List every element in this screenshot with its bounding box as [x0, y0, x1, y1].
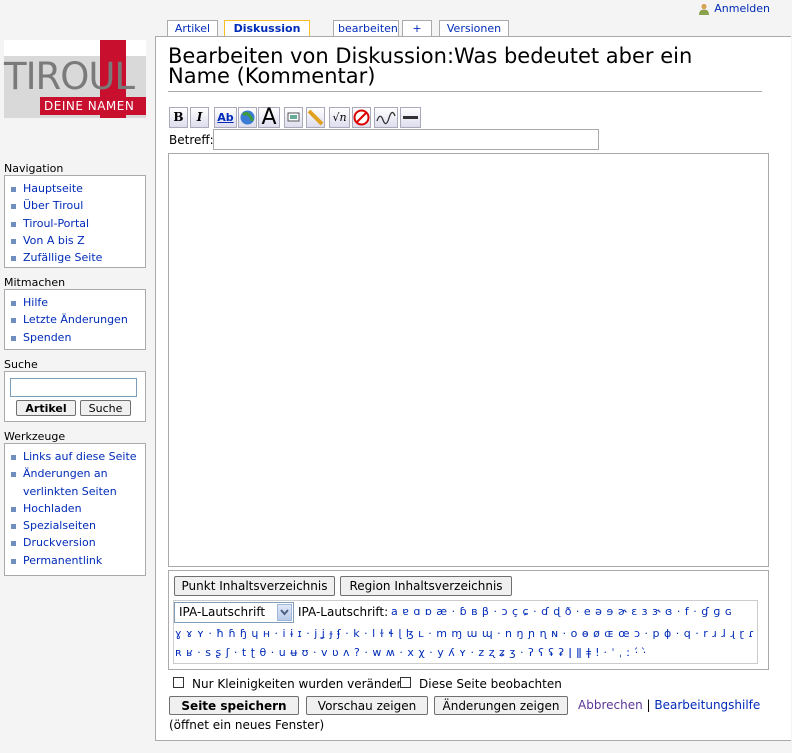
tool-label: Permanentlink [23, 553, 103, 567]
tab-artikel-label: Artikel [174, 22, 211, 35]
summary-input[interactable] [213, 129, 599, 150]
navigation-portlet: Hauptseite Über Tiroul Tiroul-Portal Von… [4, 175, 146, 268]
nav-item-hauptseite[interactable]: Hauptseite [5, 180, 145, 197]
search-heading: Suche [4, 358, 38, 371]
nav-label: Hauptseite [23, 182, 83, 195]
tool-label: Hochladen [23, 501, 82, 515]
nav-item-von-a-bis-z[interactable]: Von A bis Z [5, 232, 145, 249]
charset-select-value: IPA-Lautschrift [179, 605, 266, 619]
signature-icon[interactable] [374, 107, 398, 128]
image-icon[interactable] [284, 107, 303, 128]
werkzeuge-heading: Werkzeuge [4, 430, 66, 443]
mitmachen-item-spenden[interactable]: Spenden [5, 329, 145, 346]
tool-label: Links auf diese Seite [23, 450, 137, 463]
minor-edit-label: Nur Kleinigkeiten wurden verändert [192, 677, 407, 691]
mitmachen-portlet: Hilfe Letzte Änderungen Spenden [4, 289, 146, 350]
user-icon [698, 3, 710, 15]
page-title: Bearbeiten von Diskussion:Was bedeutet a… [168, 44, 768, 88]
internal-link-icon[interactable]: Ab [214, 107, 237, 128]
nav-item-ueber-tiroul[interactable]: Über Tiroul [5, 197, 145, 214]
ipa-chars-line2[interactable]: ɣ ɤ ʏ · ħ ɦ ɧ ɥ ʜ · i ɨ ɪ · j ʝ ɟ ʄ · k … [175, 627, 756, 640]
punkt-toc-button[interactable]: Punkt Inhaltsverzeichnis [174, 576, 335, 596]
werkzeuge-portlet: Links auf diese Seite Änderungen an verli… [4, 443, 146, 576]
tab-diskussion-label: Diskussion [233, 22, 301, 35]
tool-item-permanentlink[interactable]: Permanentlink [5, 552, 145, 569]
personal-tools: Anmelden [698, 2, 770, 15]
logo-wordmark: TIROUL [4, 55, 135, 98]
summary-label: Betreff: [169, 133, 214, 147]
nav-label: Über Tiroul [23, 199, 84, 213]
tab-diskussion[interactable]: Diskussion [224, 20, 310, 37]
chevron-down-icon[interactable] [277, 604, 292, 621]
mitmachen-heading: Mitmachen [4, 276, 66, 289]
tab-versionen[interactable]: Versionen [439, 20, 509, 36]
charset-select[interactable]: IPA-Lautschrift [174, 602, 294, 623]
headline-icon[interactable]: A [258, 107, 280, 129]
preview-button[interactable]: Vorschau zeigen [306, 696, 428, 715]
tab-versionen-label: Versionen [446, 22, 502, 35]
tool-item-links[interactable]: Links auf diese Seite [5, 448, 145, 465]
tab-new-section-label: + [412, 22, 422, 35]
tool-item-druckversion[interactable]: Druckversion [5, 534, 145, 551]
title-divider [168, 91, 762, 92]
minor-edit-checkbox[interactable] [173, 677, 184, 688]
italic-icon[interactable]: I [190, 107, 209, 128]
horizontal-line-icon[interactable] [400, 107, 421, 128]
mitmachen-label: Spenden [23, 330, 72, 344]
mitmachen-item-hilfe[interactable]: Hilfe [5, 294, 145, 311]
mitmachen-label: Hilfe [23, 296, 49, 309]
nav-item-zufaellige-seite[interactable]: Zufällige Seite [5, 249, 145, 266]
link-separator: | [646, 698, 651, 712]
watch-page-checkbox[interactable] [400, 677, 411, 688]
search-go-button[interactable]: Artikel [16, 400, 76, 416]
external-link-icon[interactable] [238, 107, 257, 128]
nav-label: Von A bis Z [23, 233, 85, 247]
tool-label-continued: verlinkten Seiten [23, 484, 117, 498]
tab-bearbeiten-label: bearbeiten [338, 22, 398, 35]
tool-label: Spezialseiten [23, 519, 96, 533]
search-input[interactable] [10, 378, 137, 397]
tool-item-hochladen[interactable]: Hochladen [5, 500, 145, 517]
edit-textarea[interactable] [168, 153, 769, 567]
cancel-link[interactable]: Abbrechen [578, 698, 643, 712]
tab-bearbeiten[interactable]: bearbeiten [333, 20, 399, 36]
watch-page-label: Diese Seite beobachten [419, 677, 562, 691]
save-button[interactable]: Seite speichern [169, 696, 299, 715]
mitmachen-label: Letzte Änderungen [23, 313, 128, 327]
diff-button[interactable]: Änderungen zeigen [434, 696, 568, 715]
media-icon[interactable] [306, 107, 325, 128]
tab-new-section[interactable]: + [402, 20, 432, 36]
ipa-label: IPA-Lautschrift: [298, 605, 389, 619]
edit-links: Abbrechen | Bearbeitungshilfe [578, 698, 760, 712]
help-note: (öffnet ein neues Fenster) [169, 718, 325, 732]
search-button[interactable]: Suche [80, 400, 131, 416]
tool-item-aenderungen[interactable]: Änderungen an verlinkten Seiten [5, 465, 145, 500]
edit-help-link[interactable]: Bearbeitungshilfe [654, 698, 760, 712]
tool-item-spezialseiten[interactable]: Spezialseiten [5, 517, 145, 534]
page-title-line1: Bearbeiten von Diskussion:Was bedeutet a… [168, 44, 693, 68]
tab-artikel[interactable]: Artikel [167, 20, 218, 36]
bold-icon[interactable]: B [169, 107, 188, 128]
region-toc-button[interactable]: Region Inhaltsverzeichnis [340, 576, 512, 596]
search-portlet: Artikel Suche [4, 371, 146, 422]
nowiki-icon[interactable] [352, 107, 371, 128]
tool-label: Druckversion [23, 536, 96, 550]
mitmachen-item-letzte-aenderungen[interactable]: Letzte Änderungen [5, 311, 145, 328]
page-title-line2: Name (Kommentar) [168, 64, 376, 88]
navigation-heading: Navigation [4, 162, 64, 175]
site-logo[interactable]: TIROUL DEINE NAMEN [4, 40, 146, 118]
math-icon[interactable]: √n [329, 107, 350, 128]
login-link[interactable]: Anmelden [714, 2, 770, 15]
nav-label: Tiroul-Portal [23, 216, 90, 230]
tool-label: Änderungen an [23, 467, 108, 481]
nav-label: Zufällige Seite [23, 251, 103, 265]
ipa-chars-line3[interactable]: ʀ ʁ · s ʂ ʃ · t ʈ θ · u ʉ ʊ · v ʋ ʌ ? · … [175, 646, 756, 659]
nav-item-tiroul-portal[interactable]: Tiroul-Portal [5, 215, 145, 232]
ipa-chars-line1[interactable]: a ɐ ɑ ɒ æ · ɓ ʙ β · ɔ ç ɕ · ɗ ɖ ð · e ə … [391, 605, 756, 618]
logo-tagline: DEINE NAMEN [44, 99, 135, 113]
